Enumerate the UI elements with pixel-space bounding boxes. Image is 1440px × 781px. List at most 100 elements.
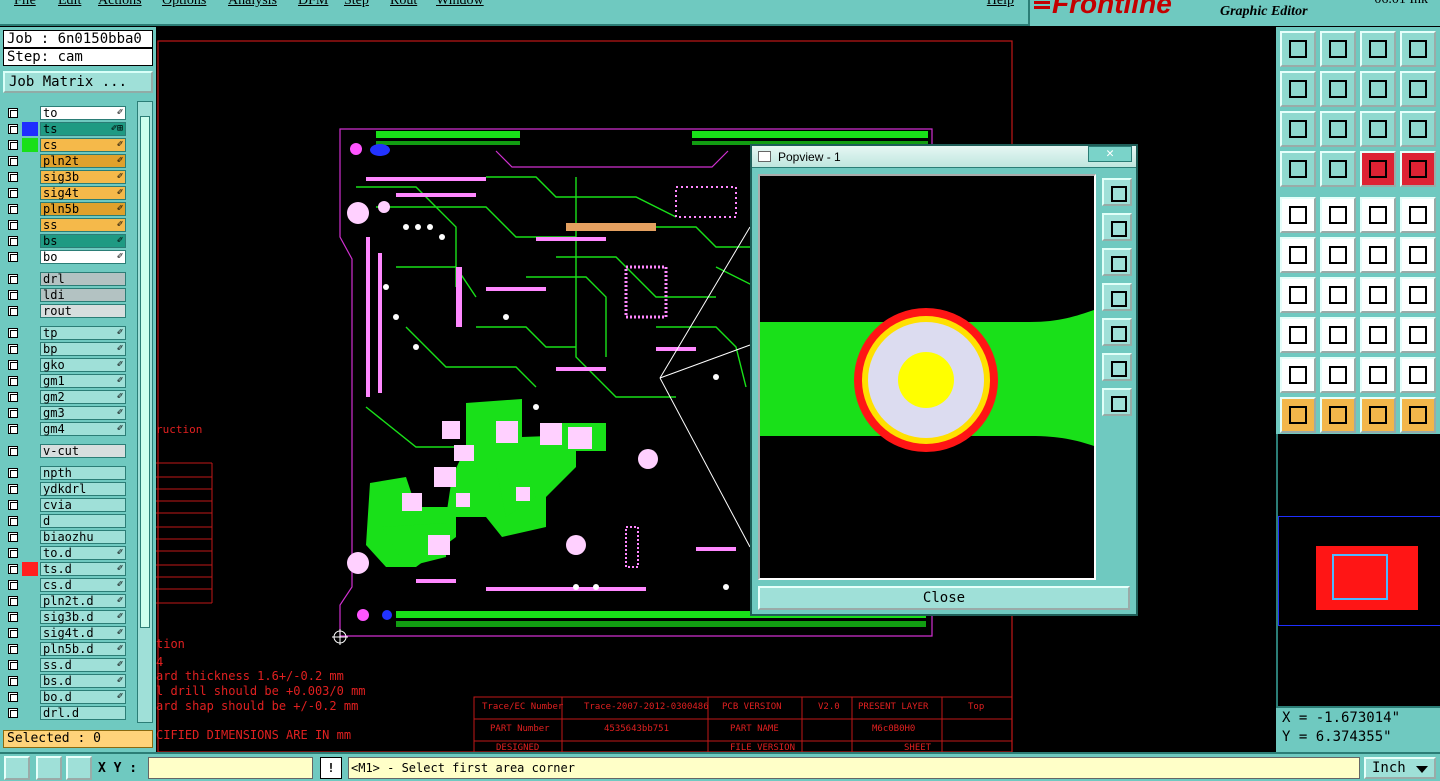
- layer-checkbox[interactable]: [8, 708, 18, 718]
- layer-name[interactable]: ydkdrl: [40, 482, 126, 496]
- layer-row[interactable]: gm2 ✐: [4, 389, 126, 405]
- help-icon[interactable]: [1400, 111, 1436, 147]
- layer-checkbox[interactable]: [8, 306, 18, 316]
- layer-name[interactable]: biaozhu: [40, 530, 126, 544]
- layer-color-swatch[interactable]: [22, 272, 38, 286]
- text-icon[interactable]: [1400, 357, 1436, 393]
- layer-row[interactable]: d: [4, 513, 126, 529]
- layer-row[interactable]: pln5b ✐: [4, 201, 126, 217]
- layer-color-swatch[interactable]: [22, 154, 38, 168]
- layer-name[interactable]: d: [40, 514, 126, 528]
- layer-row[interactable]: gko ✐: [4, 357, 126, 373]
- layer-row[interactable]: to.d ✐: [4, 545, 126, 561]
- pv-pan-up-tool[interactable]: [1102, 213, 1132, 241]
- layer-color-swatch[interactable]: [22, 390, 38, 404]
- layer-color-swatch[interactable]: [22, 530, 38, 544]
- layer-color-swatch[interactable]: [22, 250, 38, 264]
- layer-checkbox[interactable]: [8, 344, 18, 354]
- layer-row[interactable]: ldi: [4, 287, 126, 303]
- layer-name[interactable]: bo.d ✐: [40, 690, 126, 704]
- xy-input[interactable]: [148, 757, 313, 779]
- layer-row[interactable]: bo ✐: [4, 249, 126, 265]
- layer-color-swatch[interactable]: [22, 342, 38, 356]
- layer-name[interactable]: pln5b ✐: [40, 202, 126, 216]
- layer-checkbox[interactable]: [8, 692, 18, 702]
- layer-checkbox[interactable]: [8, 644, 18, 654]
- layer-checkbox[interactable]: [8, 596, 18, 606]
- layer-name[interactable]: sig3b ✐: [40, 170, 126, 184]
- layer-checkbox[interactable]: [8, 408, 18, 418]
- layer-row[interactable]: biaozhu: [4, 529, 126, 545]
- layer-row[interactable]: pln5b.d ✐: [4, 641, 126, 657]
- select-arrow-icon[interactable]: [1280, 397, 1316, 433]
- layer-color-swatch[interactable]: [22, 326, 38, 340]
- shape-icon[interactable]: [1400, 317, 1436, 353]
- layer-row[interactable]: cs.d ✐: [4, 577, 126, 593]
- layer-row[interactable]: sig3b.d ✐: [4, 609, 126, 625]
- layer-row[interactable]: gm4 ✐: [4, 421, 126, 437]
- layer-color-swatch[interactable]: [22, 674, 38, 688]
- layer-checkbox[interactable]: [8, 516, 18, 526]
- mirror-icon[interactable]: [1400, 71, 1436, 107]
- layer-checkbox[interactable]: [8, 172, 18, 182]
- layer-row[interactable]: cvia: [4, 497, 126, 513]
- layer-row[interactable]: ts ✐⊞: [4, 121, 126, 137]
- menu-actions[interactable]: Actions: [98, 0, 142, 9]
- layer-name[interactable]: rout: [40, 304, 126, 318]
- layer-color-swatch[interactable]: [22, 658, 38, 672]
- line-icon[interactable]: [1360, 237, 1396, 273]
- layer-name[interactable]: gko ✐: [40, 358, 126, 372]
- layer-color-swatch[interactable]: [22, 498, 38, 512]
- add-pad-icon[interactable]: [1280, 317, 1316, 353]
- dimension-icon[interactable]: [1360, 317, 1396, 353]
- circle-icon[interactable]: [1400, 197, 1436, 233]
- layer-color-swatch[interactable]: [22, 546, 38, 560]
- layer-color-swatch[interactable]: [22, 406, 38, 420]
- layer-checkbox[interactable]: [8, 612, 18, 622]
- layer-name[interactable]: npth: [40, 466, 126, 480]
- layer-scrollbar[interactable]: [137, 101, 153, 723]
- layer-name[interactable]: sig3b.d ✐: [40, 610, 126, 624]
- layer-name[interactable]: bs.d ✐: [40, 674, 126, 688]
- pv-pan-right-tool[interactable]: [1102, 318, 1132, 346]
- close-icon[interactable]: ✕: [1088, 146, 1132, 162]
- delete-icon[interactable]: [1320, 237, 1356, 273]
- layer-color-swatch[interactable]: [22, 594, 38, 608]
- grid-icon[interactable]: [66, 756, 92, 780]
- layer-row[interactable]: npth: [4, 465, 126, 481]
- layer-row[interactable]: sig4t.d ✐: [4, 625, 126, 641]
- layer-checkbox[interactable]: [8, 580, 18, 590]
- menu-options[interactable]: Options: [162, 0, 206, 9]
- pv-zoom-tool[interactable]: [1102, 178, 1132, 206]
- layer-color-swatch[interactable]: [22, 106, 38, 120]
- layer-name[interactable]: v-cut: [40, 444, 126, 458]
- connect-icon[interactable]: [1280, 237, 1316, 273]
- layer-checkbox[interactable]: [8, 274, 18, 284]
- layer-row[interactable]: gm3 ✐: [4, 405, 126, 421]
- units-select[interactable]: Inch: [1364, 757, 1436, 779]
- layer-checkbox[interactable]: [8, 532, 18, 542]
- layer-color-swatch[interactable]: [22, 304, 38, 318]
- layer-checkbox[interactable]: [8, 220, 18, 230]
- select-poly-icon[interactable]: [1360, 397, 1396, 433]
- cut-icon[interactable]: [1320, 151, 1356, 187]
- layer-name[interactable]: ss.d ✐: [40, 658, 126, 672]
- frame-icon[interactable]: [1400, 31, 1436, 67]
- layer-name[interactable]: sig4t.d ✐: [40, 626, 126, 640]
- menu-dfm[interactable]: DFM: [298, 0, 328, 9]
- flip-icon[interactable]: [1400, 277, 1436, 313]
- layer-color-swatch[interactable]: [22, 482, 38, 496]
- triangle-icon[interactable]: [1280, 357, 1316, 393]
- pv-fit-tool[interactable]: [1102, 353, 1132, 381]
- menu-window[interactable]: Window: [436, 0, 484, 9]
- menu-step[interactable]: Step: [344, 0, 369, 9]
- layer-color-swatch[interactable]: [22, 186, 38, 200]
- layer-row[interactable]: gm1 ✐: [4, 373, 126, 389]
- layer-name[interactable]: pln2t.d ✐: [40, 594, 126, 608]
- layer-checkbox[interactable]: [8, 548, 18, 558]
- layer-checkbox[interactable]: [8, 140, 18, 150]
- layer-name[interactable]: bp ✐: [40, 342, 126, 356]
- layer-color-swatch[interactable]: [22, 234, 38, 248]
- layer-checkbox[interactable]: [8, 290, 18, 300]
- layer-name[interactable]: to.d ✐: [40, 546, 126, 560]
